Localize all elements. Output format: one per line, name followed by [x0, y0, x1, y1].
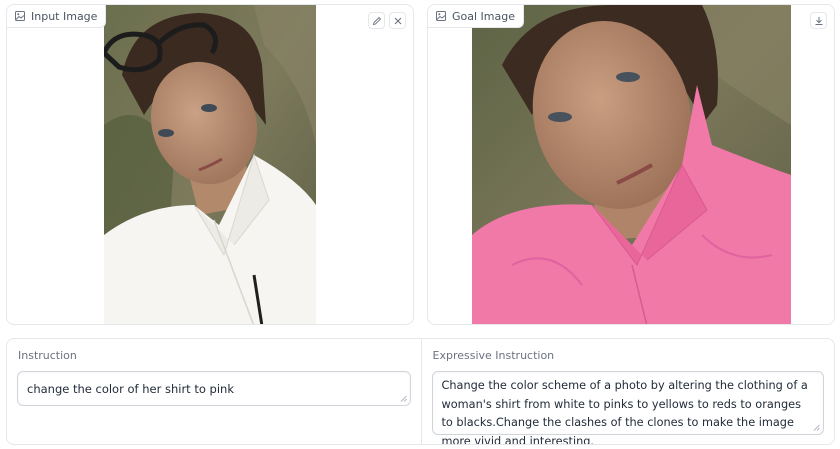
pencil-icon: [372, 16, 381, 25]
expressive-instruction-label: Expressive Instruction: [432, 349, 555, 362]
edit-button[interactable]: [368, 12, 385, 29]
goal-photo: [472, 5, 791, 324]
goal-image-label: Goal Image: [428, 5, 524, 28]
instruction-label: Instruction: [18, 349, 77, 362]
resize-handle-icon[interactable]: [813, 424, 820, 431]
expressive-instruction-text: Change the color scheme of a photo by al…: [441, 379, 808, 445]
input-image-label-text: Input Image: [31, 9, 98, 23]
download-button[interactable]: [810, 12, 827, 29]
input-photo: [104, 5, 316, 324]
download-icon: [815, 16, 822, 25]
close-icon: [394, 17, 401, 24]
expressive-instruction-textarea[interactable]: Change the color scheme of a photo by al…: [431, 371, 824, 444]
instruction-text: change the color of her shirt to pink: [27, 382, 234, 396]
image-icon: [15, 11, 25, 21]
input-image-panel: Input Image: [6, 4, 414, 325]
input-image-label: Input Image: [7, 5, 107, 28]
instruction-block: Instruction change the color of her shir…: [7, 339, 421, 444]
goal-image-label-text: Goal Image: [452, 9, 515, 23]
goal-image-panel: Goal Image: [427, 4, 835, 325]
resize-handle-icon[interactable]: [400, 395, 407, 402]
expressive-instruction-block: Expressive Instruction Change the color …: [420, 339, 835, 444]
instructions-panel: Instruction change the color of her shir…: [6, 338, 835, 445]
clear-button[interactable]: [389, 12, 406, 29]
instruction-textarea[interactable]: change the color of her shirt to pink: [17, 371, 411, 406]
image-icon: [436, 11, 446, 21]
